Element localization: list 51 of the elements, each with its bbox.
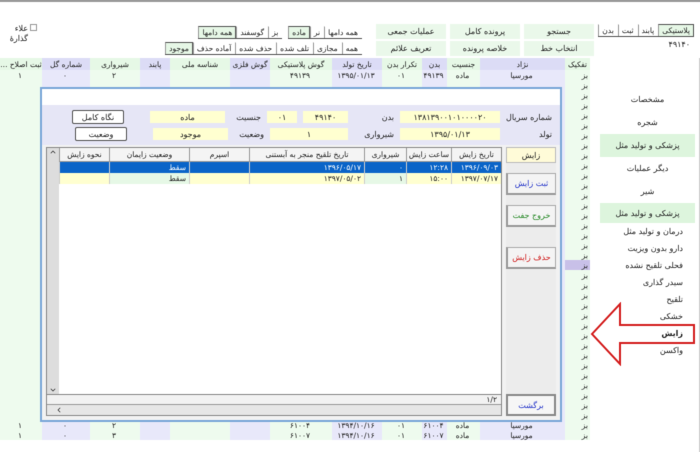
info-field: ۱۳۹۵/۰۱/۱۳ — [400, 128, 500, 140]
horizontal-scrollbar[interactable] — [47, 404, 501, 415]
table-cell — [59, 162, 109, 173]
info-field: ۰۱ — [267, 111, 297, 123]
sidebar-link[interactable]: سیدر گذاری — [590, 274, 699, 291]
table-cell — [230, 70, 270, 80]
field-label: وضعیت — [238, 130, 264, 138]
back-button[interactable]: برگشت — [506, 394, 556, 416]
sidebar-section-header[interactable]: پزشکی و تولید مثل — [600, 203, 695, 223]
scroll-left-icon[interactable] — [55, 406, 63, 414]
info-field: ۱۳۸۱۳۹۰۰۱۰۱۰۰۰۰۲۰ — [400, 111, 500, 123]
table-cell — [59, 173, 109, 184]
sidebar-button[interactable]: پزشکی و تولید مثل — [600, 134, 695, 157]
field-label: شماره سریال — [506, 112, 552, 122]
field-label: شیرواری — [363, 130, 394, 138]
action-button[interactable]: جستجو — [524, 24, 594, 39]
sidebar-link[interactable]: واکسن — [590, 342, 699, 359]
action-button[interactable]: عملیات جمعی — [376, 24, 446, 39]
dialog-button[interactable]: نگاه کامل — [72, 110, 124, 124]
sidebar-link[interactable]: زایش — [590, 325, 699, 342]
action-button[interactable]: تعریف علائم — [376, 41, 446, 56]
panel-tab[interactable]: زایش — [506, 147, 556, 163]
table-cell — [140, 70, 170, 80]
field-label: تولد — [538, 130, 552, 138]
action-button[interactable]: خلاصه پرونده — [450, 41, 520, 56]
side-button[interactable]: خروج جفت — [506, 205, 556, 227]
action-button[interactable]: انتخاب خط — [524, 41, 594, 56]
side-button[interactable]: حذف زایش — [506, 247, 556, 269]
table-cell — [170, 70, 230, 80]
ear-tag-number: ۴۹۱۴۰ — [668, 40, 691, 49]
field-label: جنسیت — [235, 112, 261, 122]
sidebar-link[interactable]: خشکی — [590, 308, 699, 325]
info-field: ۴۹۱۴۰ — [303, 111, 348, 123]
side-button[interactable]: ثبت زایش — [506, 173, 556, 195]
table-cell — [189, 173, 249, 184]
vertical-scrollbar[interactable] — [47, 148, 59, 394]
dialog-button[interactable]: وضعیت — [75, 127, 127, 141]
checkbox-label: علاء گذارۀ — [8, 24, 28, 44]
sidebar-link[interactable]: دارو بدون ویزیت — [590, 240, 699, 257]
info-field: ماده — [150, 111, 225, 123]
scroll-up-icon[interactable] — [49, 148, 57, 156]
scroll-down-icon[interactable] — [49, 386, 57, 394]
sidebar-link[interactable]: تلقیح — [590, 291, 699, 308]
field-label: بدن — [380, 112, 394, 122]
info-field: ۱ — [270, 128, 348, 140]
action-button[interactable]: پرونده کامل — [450, 24, 520, 39]
table-cell — [189, 162, 249, 173]
info-field: موجود — [153, 128, 228, 140]
sidebar-link[interactable]: فحلی تلقیح نشده — [590, 257, 699, 274]
sidebar-link[interactable]: درمان و تولید مثل — [590, 223, 699, 240]
checkbox[interactable] — [30, 24, 37, 31]
